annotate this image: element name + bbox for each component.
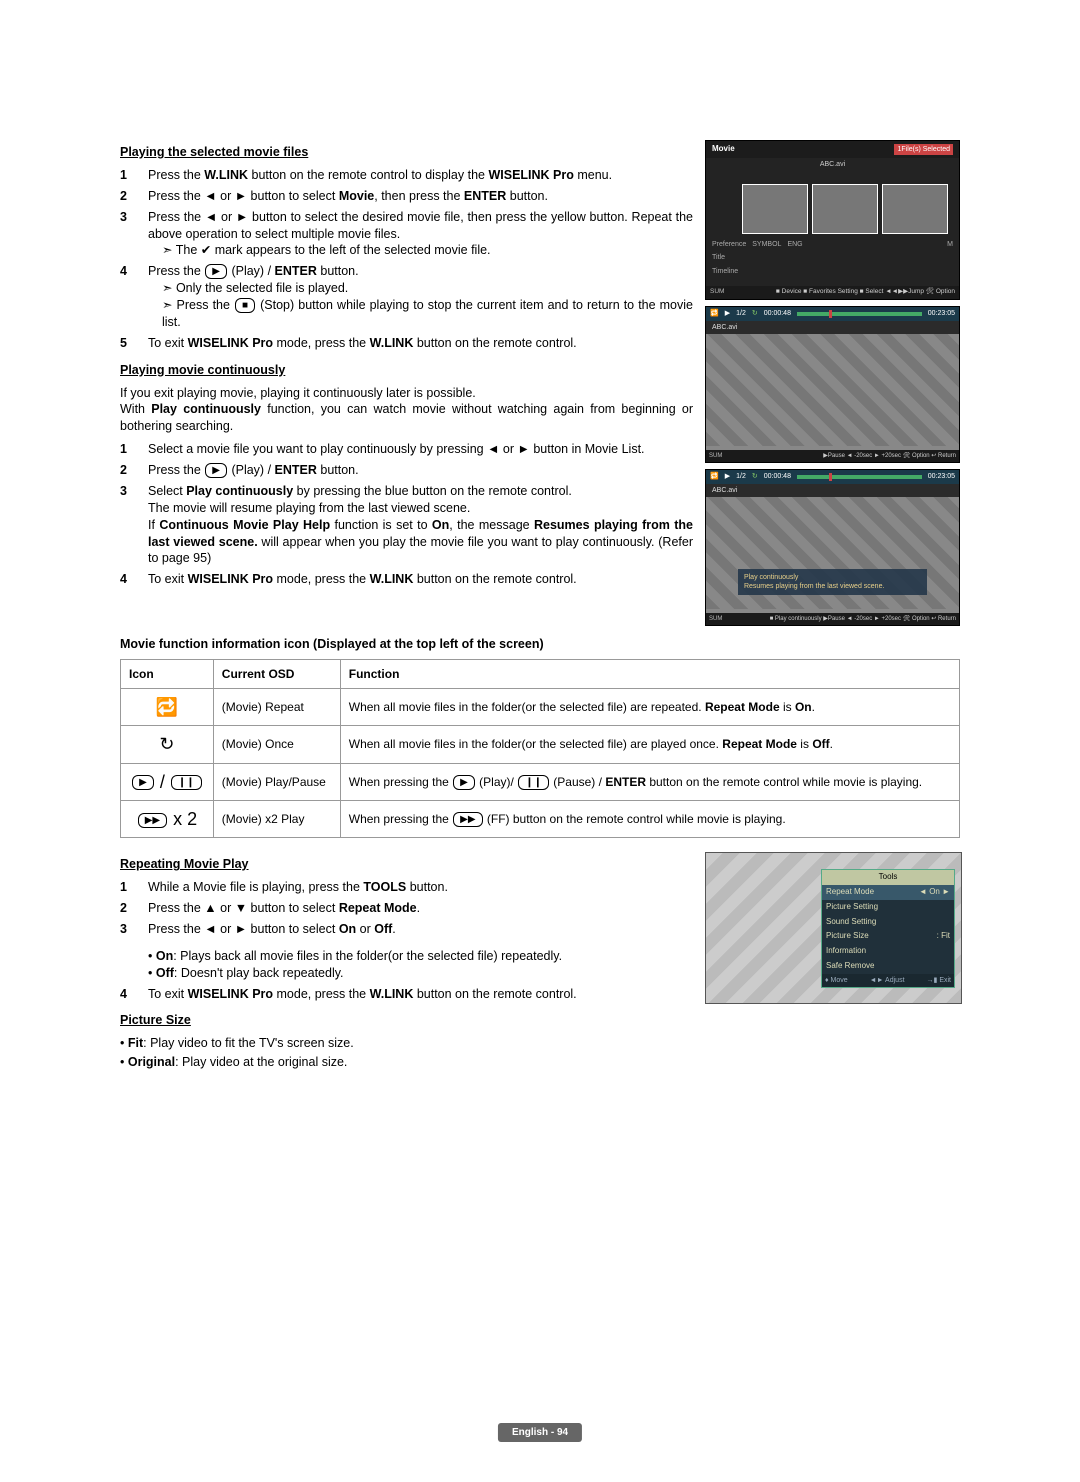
section3-steps: 1While a Movie file is playing, press th… — [120, 879, 693, 938]
section1-title: Playing the selected movie files — [120, 144, 693, 161]
seek-bar — [797, 475, 922, 479]
movie-thumb — [882, 184, 948, 234]
table-row: 🔁 (Movie) Repeat When all movie files in… — [121, 689, 960, 726]
section2-title: Playing movie continuously — [120, 362, 693, 379]
screenshot-tools-menu: Tools Repeat Mode◄ On ► Picture Setting … — [705, 852, 962, 1004]
picsize-fit: • Fit: Play video to fit the TV's screen… — [120, 1035, 693, 1052]
icon-function-table: Icon Current OSD Function 🔁 (Movie) Repe… — [120, 659, 960, 838]
tools-item: Picture Size: Fit — [822, 929, 954, 944]
screenshot-movie-play: 🔁 ▶ 1/2 ↻ 00:00:48 00:23:05 ABC.avi SUM … — [705, 306, 960, 463]
repeat-opt-off: • Off: Doesn't play back repeatedly. — [148, 965, 693, 982]
screenshot-movie-list: Movie 1File(s) Selected ABC.avi Preferen… — [705, 140, 960, 300]
section3-after: 4To exit WISELINK Pro mode, press the W.… — [120, 986, 693, 1003]
movie-filename: ABC.avi — [706, 158, 959, 171]
table-row: ▶ / ❙❙ (Movie) Play/Pause When pressing … — [121, 763, 960, 800]
tools-item: Safe Remove — [822, 959, 954, 974]
table-title: Movie function information icon (Display… — [120, 636, 960, 653]
manual-page: Playing the selected movie files 1Press … — [0, 0, 1080, 1482]
table-row: ▶▶ x 2 (Movie) x2 Play When pressing the… — [121, 800, 960, 837]
screenshot-play-continuously: 🔁 ▶ 1/2 ↻ 00:00:48 00:23:05 ABC.avi Play… — [705, 469, 960, 626]
section2-intro: If you exit playing movie, playing it co… — [120, 385, 693, 436]
section1-steps: 1Press the W.LINK button on the remote c… — [120, 167, 693, 352]
ff-icon: ▶▶ x 2 — [121, 800, 214, 837]
files-selected-badge: 1File(s) Selected — [894, 144, 953, 155]
tools-item: Sound Setting — [822, 915, 954, 930]
tools-item: Repeat Mode◄ On ► — [822, 885, 954, 900]
movie-thumb — [812, 184, 878, 234]
once-icon: ↻ — [121, 726, 214, 763]
tools-item: Picture Setting — [822, 900, 954, 915]
movie-title: Movie — [712, 144, 735, 155]
tools-title: Tools — [822, 870, 954, 885]
repeat-icon: 🔁 — [710, 472, 719, 481]
repeat-opt-on: • On: Plays back all movie files in the … — [148, 948, 693, 965]
play-continuously-message: Play continuouslyResumes playing from th… — [738, 569, 927, 596]
picsize-original: • Original: Play video at the original s… — [120, 1054, 693, 1071]
play-pause-icon: ▶ / ❙❙ — [121, 763, 214, 800]
tools-item: Information — [822, 944, 954, 959]
seek-bar — [797, 312, 922, 316]
table-row: ↻ (Movie) Once When all movie files in t… — [121, 726, 960, 763]
movie-thumb — [742, 184, 808, 234]
repeat-icon: 🔁 — [121, 689, 214, 726]
section3-title: Repeating Movie Play — [120, 856, 693, 873]
repeat-icon: 🔁 — [710, 309, 719, 318]
section4-title: Picture Size — [120, 1012, 693, 1029]
page-footer: English - 94 — [498, 1423, 582, 1443]
section2-steps: 1Select a movie file you want to play co… — [120, 441, 693, 588]
